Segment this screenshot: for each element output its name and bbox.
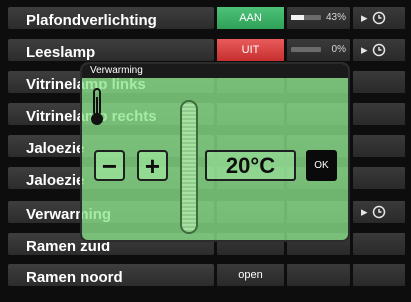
clock-icon — [372, 11, 385, 25]
device-name: Jaloezie — [26, 140, 85, 157]
timer-button[interactable]: ▸ — [361, 42, 401, 58]
temperature-display: 20°C — [205, 150, 296, 181]
dimmer-level[interactable]: 0% — [287, 39, 350, 61]
clock-icon — [372, 43, 385, 57]
level-bar — [291, 47, 321, 52]
thermometer-icon — [91, 88, 103, 125]
home-control-screen: Plafondverlichting AAN 43% ▸ Leeslamp UI… — [0, 0, 411, 302]
increase-button[interactable]: + — [137, 150, 168, 181]
device-name: Leeslamp — [26, 44, 96, 61]
device-name: Jaloezie — [26, 172, 85, 189]
decrease-button[interactable]: − — [94, 150, 125, 181]
status-label[interactable]: open — [217, 264, 284, 286]
level-percent: 43% — [325, 12, 346, 23]
timer-button[interactable]: ▸ — [361, 10, 401, 26]
ok-button[interactable]: OK — [306, 150, 337, 181]
status-toggle[interactable]: AAN — [217, 7, 284, 29]
level-percent: 0% — [331, 44, 346, 55]
clock-icon — [372, 205, 385, 219]
level-bar — [291, 15, 321, 20]
device-name: Ramen noord — [26, 269, 123, 286]
dimmer-level[interactable]: 43% — [287, 7, 350, 29]
heating-dialog: Verwarming − + 20°C OK — [80, 62, 350, 242]
play-arrow-icon: ▸ — [361, 10, 368, 25]
device-row-leeslamp[interactable]: Leeslamp UIT 0% ▸ — [0, 37, 411, 63]
device-row-ramen-noord[interactable]: Ramen noord open — [0, 262, 411, 288]
status-toggle[interactable]: UIT — [217, 39, 284, 61]
timer-button[interactable]: ▸ — [361, 204, 401, 220]
device-row-plafondverlichting[interactable]: Plafondverlichting AAN 43% ▸ — [0, 5, 411, 31]
temperature-slider[interactable] — [180, 100, 198, 234]
play-arrow-icon: ▸ — [361, 204, 368, 219]
device-name: Plafondverlichting — [26, 12, 157, 29]
play-arrow-icon: ▸ — [361, 42, 368, 57]
dialog-title: Verwarming — [82, 64, 348, 78]
